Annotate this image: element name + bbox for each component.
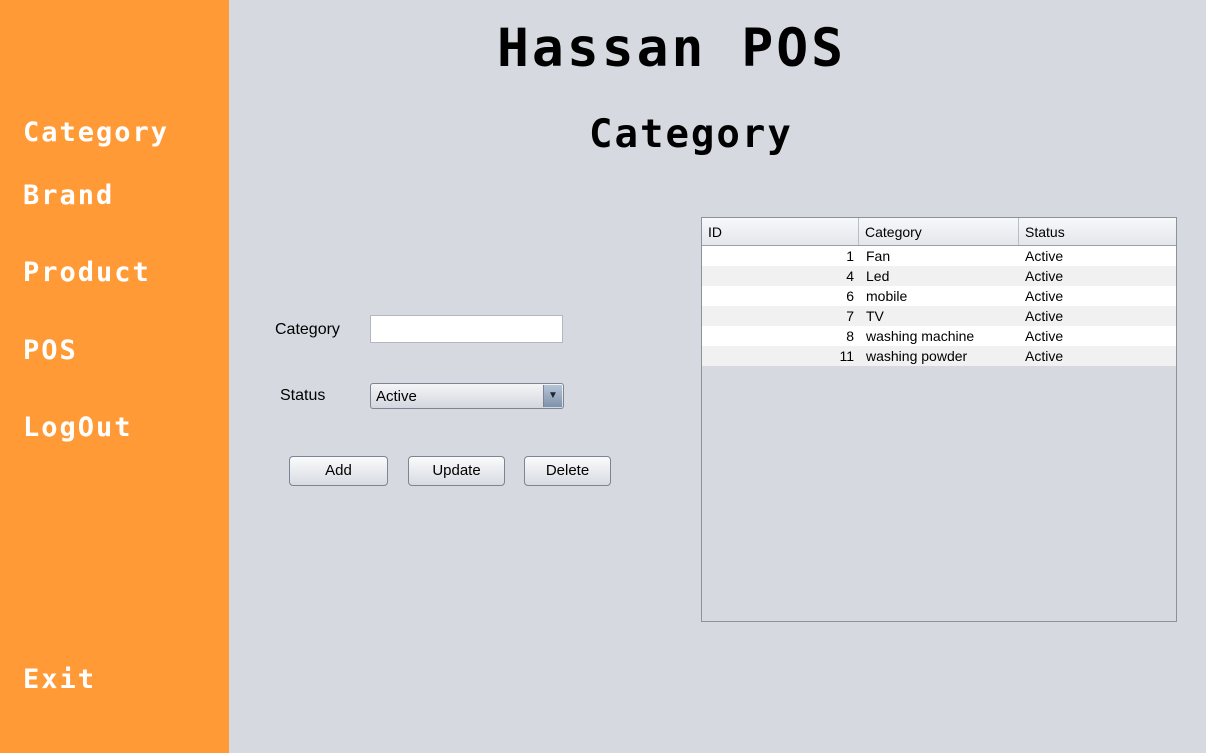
table-row[interactable]: 8 washing machine Active [702, 326, 1176, 346]
status-select-value: Active [376, 388, 417, 405]
chevron-down-icon[interactable]: ▼ [543, 385, 562, 407]
add-button[interactable]: Add [289, 456, 388, 486]
cell-id: 8 [846, 328, 854, 344]
cell-id: 11 [839, 348, 854, 364]
cell-category: Led [866, 268, 890, 284]
app-title: Hassan POS [497, 18, 847, 79]
category-input[interactable] [370, 315, 563, 343]
column-header-id[interactable]: ID [702, 218, 859, 245]
table-row[interactable]: 11 washing powder Active [702, 346, 1176, 366]
table-header: ID Category Status [702, 218, 1176, 246]
status-select[interactable]: Active ▼ [370, 383, 564, 409]
cell-id: 6 [846, 288, 854, 304]
cell-category: TV [866, 308, 884, 324]
table-body: 1 Fan Active 4 Led Active 6 mobile Activ… [702, 246, 1176, 366]
sidebar: Category Brand Product POS LogOut Exit [0, 0, 229, 753]
column-header-status[interactable]: Status [1019, 218, 1176, 245]
update-button[interactable]: Update [408, 456, 505, 486]
cell-id: 1 [846, 248, 854, 264]
table-row[interactable]: 4 Led Active [702, 266, 1176, 286]
nav-exit[interactable]: Exit [23, 664, 96, 695]
cell-category: washing powder [866, 348, 968, 364]
table-row[interactable]: 7 TV Active [702, 306, 1176, 326]
cell-status: Active [1025, 248, 1064, 264]
cell-status: Active [1025, 288, 1064, 304]
cell-status: Active [1025, 348, 1064, 364]
nav-category[interactable]: Category [23, 117, 169, 148]
cell-status: Active [1025, 328, 1064, 344]
status-label: Status [280, 387, 326, 404]
nav-logout[interactable]: LogOut [23, 412, 133, 443]
nav-product[interactable]: Product [23, 257, 151, 288]
cell-status: Active [1025, 308, 1064, 324]
cell-category: washing machine [866, 328, 975, 344]
column-header-category[interactable]: Category [859, 218, 1019, 245]
table-row[interactable]: 6 mobile Active [702, 286, 1176, 306]
category-label: Category [275, 321, 340, 338]
cell-id: 7 [846, 308, 854, 324]
delete-button[interactable]: Delete [524, 456, 611, 486]
cell-category: Fan [866, 248, 891, 264]
category-table[interactable]: ID Category Status 1 Fan Active 4 Led Ac… [701, 217, 1177, 622]
page-title: Category [589, 112, 793, 157]
table-row[interactable]: 1 Fan Active [702, 246, 1176, 266]
nav-pos[interactable]: POS [23, 335, 78, 366]
cell-id: 4 [846, 268, 854, 284]
cell-status: Active [1025, 268, 1064, 284]
nav-brand[interactable]: Brand [23, 180, 114, 211]
cell-category: mobile [866, 288, 908, 304]
